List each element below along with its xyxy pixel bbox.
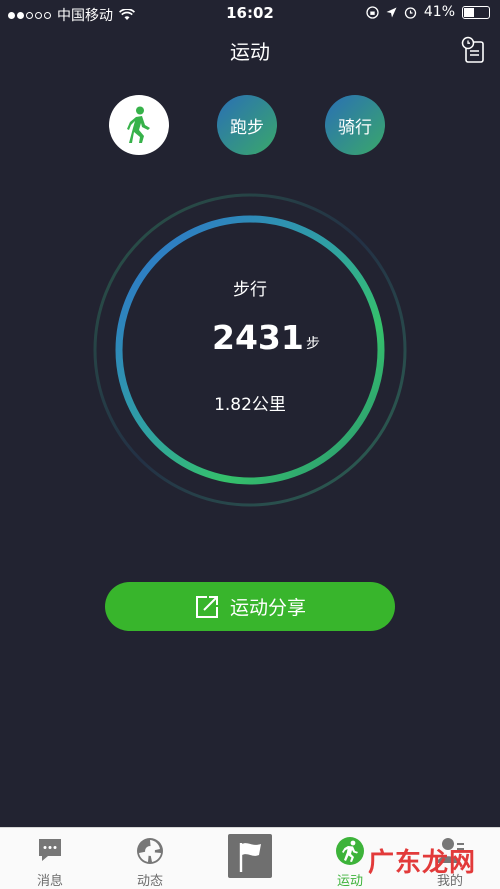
mode-ride-button[interactable]: 骑行 xyxy=(325,95,385,155)
moments-icon xyxy=(137,838,163,864)
battery-icon xyxy=(462,5,490,19)
history-record-icon[interactable] xyxy=(460,36,488,64)
tab-flag[interactable] xyxy=(200,828,300,889)
share-icon xyxy=(195,595,218,618)
walking-person-icon xyxy=(127,106,150,143)
step-unit: 步 xyxy=(306,336,320,352)
tab-messages-label: 消息 xyxy=(36,874,63,889)
rotation-lock-icon xyxy=(366,5,379,19)
step-count: 2431 xyxy=(212,318,304,357)
activity-label: 步行 xyxy=(233,280,267,300)
tab-messages[interactable]: 消息 xyxy=(0,828,100,889)
tab-moments[interactable]: 动态 xyxy=(100,828,200,889)
page-title: 运动 xyxy=(230,40,270,64)
running-icon xyxy=(336,837,364,865)
mode-walk-button[interactable] xyxy=(109,95,169,155)
watermark-text: 广东龙网 xyxy=(368,848,477,878)
flag-icon xyxy=(228,834,272,878)
tab-moments-label: 动态 xyxy=(136,874,163,889)
mode-run-button[interactable]: 跑步 xyxy=(217,95,277,155)
share-button[interactable]: 运动分享 xyxy=(105,582,395,631)
message-icon xyxy=(39,839,61,861)
battery-percent: 41% xyxy=(423,4,455,20)
distance-value: 1.82公里 xyxy=(214,395,286,415)
status-right: 41% xyxy=(366,4,490,20)
alarm-icon xyxy=(404,6,417,19)
location-icon xyxy=(386,7,397,17)
share-label: 运动分享 xyxy=(229,597,306,619)
status-bar: 中国移动 16:02 41% xyxy=(0,0,500,26)
battery-fill xyxy=(464,7,474,17)
